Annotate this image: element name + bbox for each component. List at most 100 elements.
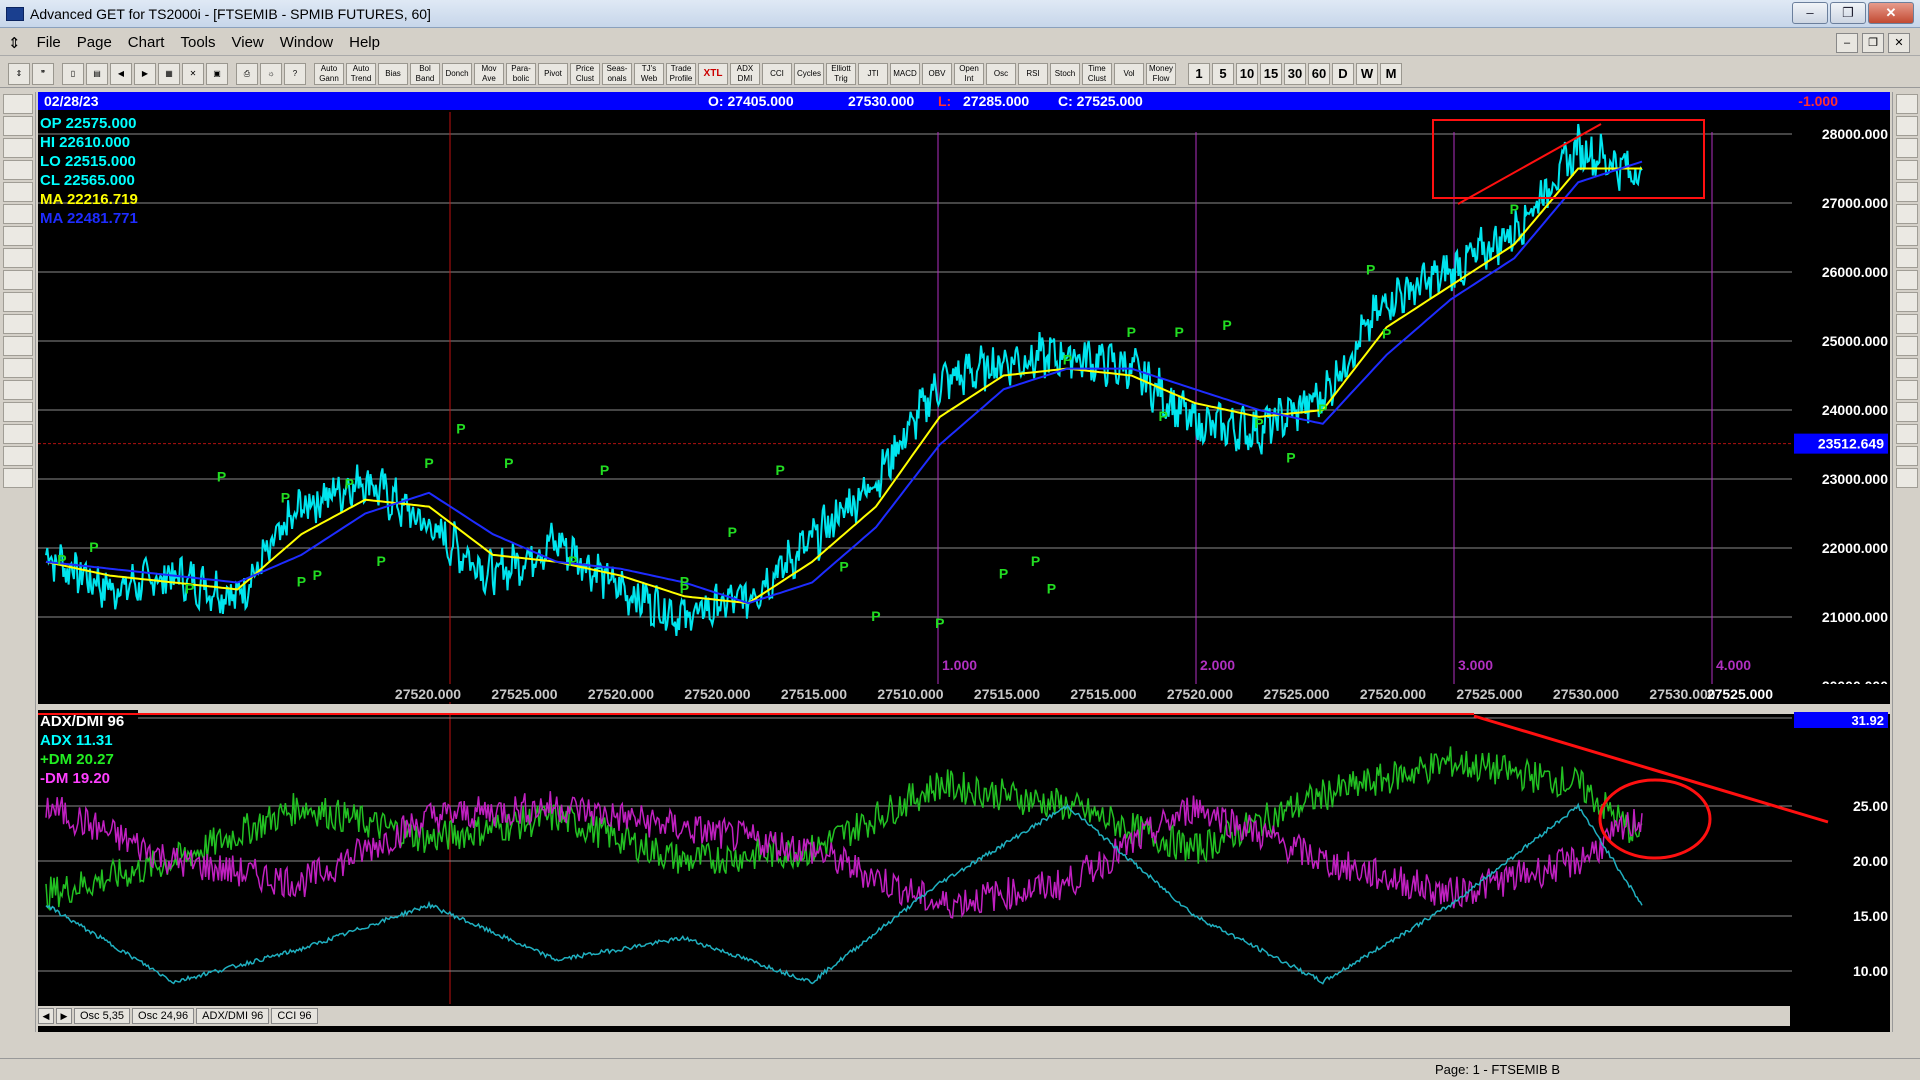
right-tool-1-icon[interactable]	[1896, 116, 1918, 136]
study-button-trade-profile[interactable]: Trade Profile	[666, 62, 696, 85]
menu-file[interactable]: File	[29, 34, 69, 51]
study-button-cci[interactable]: CCI	[762, 62, 792, 85]
study-button-donch[interactable]: Donch	[442, 62, 472, 85]
right-tool-11-icon[interactable]	[1896, 336, 1918, 356]
grid-icon[interactable]: ▦	[158, 62, 180, 85]
chart-svg[interactable]: 02/28/23 O: 27405.000 27530.000 L: 27285.000…	[38, 92, 1890, 1032]
study-button-osc[interactable]: Osc	[986, 62, 1016, 85]
forward-icon[interactable]: ▶	[134, 62, 156, 85]
study-button-auto-gann[interactable]: Auto Gann	[314, 62, 344, 85]
study-button-stoch[interactable]: Stoch	[1050, 62, 1080, 85]
help-icon[interactable]: ?	[284, 62, 306, 85]
study-button-tj-s-web[interactable]: TJ's Web	[634, 62, 664, 85]
right-tool-9-icon[interactable]	[1896, 292, 1918, 312]
left-tool-gann-box-icon[interactable]	[3, 402, 33, 422]
open-file-icon[interactable]: ▤	[86, 62, 108, 85]
left-tool-rows-icon[interactable]	[3, 358, 33, 378]
study-button-obv[interactable]: OBV	[922, 62, 952, 85]
mdi-close-button[interactable]: ✕	[1888, 33, 1910, 53]
right-tool-3-icon[interactable]	[1896, 160, 1918, 180]
left-tool-up-icon[interactable]	[3, 204, 33, 224]
back-icon[interactable]: ◀	[110, 62, 132, 85]
new-file-icon[interactable]: ▯	[62, 62, 84, 85]
menu-icon-pin[interactable]: ⇕	[0, 34, 29, 52]
tab-scroll-left-icon[interactable]: ◀	[38, 1008, 54, 1024]
left-tool-left-icon[interactable]	[3, 248, 33, 268]
study-button-bias[interactable]: Bias	[378, 62, 408, 85]
study-button-seas-onals[interactable]: Seas-onals	[602, 62, 632, 85]
study-button-open-int[interactable]: Open Int	[954, 62, 984, 85]
right-tool-16-icon[interactable]	[1896, 446, 1918, 466]
tab-osc-5-35[interactable]: Osc 5,35	[74, 1008, 131, 1024]
right-tool-10-icon[interactable]	[1896, 314, 1918, 334]
left-tool-compress-icon[interactable]	[3, 314, 33, 334]
study-button-para-bolic[interactable]: Para-bolic	[506, 62, 536, 85]
study-button-mov-ave[interactable]: Mov Ave	[474, 62, 504, 85]
close-button[interactable]: ✕	[1868, 2, 1914, 24]
right-tool-8-icon[interactable]	[1896, 270, 1918, 290]
timeframe-button-10[interactable]: 10	[1236, 62, 1258, 85]
left-tool-gann-icon[interactable]	[3, 94, 33, 114]
right-tool-17-icon[interactable]	[1896, 468, 1918, 488]
timeframe-button-5[interactable]: 5	[1212, 62, 1234, 85]
right-tool-14-icon[interactable]	[1896, 402, 1918, 422]
menu-view[interactable]: View	[224, 34, 272, 51]
study-button-rsi[interactable]: RSI	[1018, 62, 1048, 85]
left-tool-elliott2-icon[interactable]	[3, 182, 33, 202]
tab-adx-dmi-96[interactable]: ADX/DMI 96	[196, 1008, 270, 1024]
study-button-vol[interactable]: Vol	[1114, 62, 1144, 85]
chart-area[interactable]: 02/28/23 O: 27405.000 27530.000 L: 27285.000…	[38, 92, 1890, 1032]
timeframe-button-d[interactable]: D	[1332, 62, 1354, 85]
left-tool-right-icon[interactable]	[3, 270, 33, 290]
tab-cci-96[interactable]: CCI 96	[271, 1008, 318, 1024]
timeframe-button-m[interactable]: M	[1380, 62, 1402, 85]
right-tool-5-icon[interactable]	[1896, 204, 1918, 224]
right-tool-4-icon[interactable]	[1896, 182, 1918, 202]
pin-icon[interactable]: ⇕	[8, 62, 30, 85]
mdi-restore-button[interactable]: ❐	[1862, 33, 1884, 53]
left-tool-fib-icon[interactable]	[3, 424, 33, 444]
maximize-button[interactable]: ❐	[1830, 2, 1866, 24]
study-button-elliott-trig[interactable]: Elliott Trig	[826, 62, 856, 85]
tile-icon[interactable]: ▣	[206, 62, 228, 85]
right-tool-13-icon[interactable]	[1896, 380, 1918, 400]
study-button-money-flow[interactable]: Money Flow	[1146, 62, 1176, 85]
study-button-xtl[interactable]: XTL	[698, 62, 728, 85]
left-tool-fit-icon[interactable]	[3, 292, 33, 312]
right-tool-7-icon[interactable]	[1896, 248, 1918, 268]
study-button-price-clust[interactable]: Price Clust	[570, 62, 600, 85]
study-button-cycles[interactable]: Cycles	[794, 62, 824, 85]
left-tool-expand-icon[interactable]	[3, 336, 33, 356]
mdi-minimize-button[interactable]: –	[1836, 33, 1858, 53]
study-button-bol-band[interactable]: Bol Band	[410, 62, 440, 85]
study-button-jti[interactable]: JTI	[858, 62, 888, 85]
menu-window[interactable]: Window	[272, 34, 341, 51]
minimize-button[interactable]: –	[1792, 2, 1828, 24]
bulb-icon[interactable]: ☼	[260, 62, 282, 85]
print-icon[interactable]: ⎙	[236, 62, 258, 85]
timeframe-button-1[interactable]: 1	[1188, 62, 1210, 85]
quote-icon[interactable]: ❞	[32, 62, 54, 85]
study-button-pivot[interactable]: Pivot	[538, 62, 568, 85]
delete-icon[interactable]: ✕	[182, 62, 204, 85]
menu-page[interactable]: Page	[69, 34, 120, 51]
timeframe-button-30[interactable]: 30	[1284, 62, 1306, 85]
tab-osc-24-96[interactable]: Osc 24,96	[132, 1008, 195, 1024]
left-tool-elliott-icon[interactable]	[3, 116, 33, 136]
timeframe-button-15[interactable]: 15	[1260, 62, 1282, 85]
right-tool-12-icon[interactable]	[1896, 358, 1918, 378]
right-tool-6-icon[interactable]	[1896, 226, 1918, 246]
study-button-time-clust[interactable]: Time Clust	[1082, 62, 1112, 85]
left-tool-study-icon[interactable]	[3, 160, 33, 180]
right-tool-15-icon[interactable]	[1896, 424, 1918, 444]
timeframe-button-60[interactable]: 60	[1308, 62, 1330, 85]
left-tool-reset-icon[interactable]	[3, 138, 33, 158]
study-button-auto-trend[interactable]: Auto Trend	[346, 62, 376, 85]
right-tool-0-icon[interactable]	[1896, 94, 1918, 114]
left-tool-save-icon[interactable]	[3, 468, 33, 488]
tab-scroll-right-icon[interactable]: ▶	[56, 1008, 72, 1024]
menu-tools[interactable]: Tools	[172, 34, 223, 51]
timeframe-button-w[interactable]: W	[1356, 62, 1378, 85]
left-tool-down-icon[interactable]	[3, 226, 33, 246]
left-tool-lines-icon[interactable]	[3, 380, 33, 400]
